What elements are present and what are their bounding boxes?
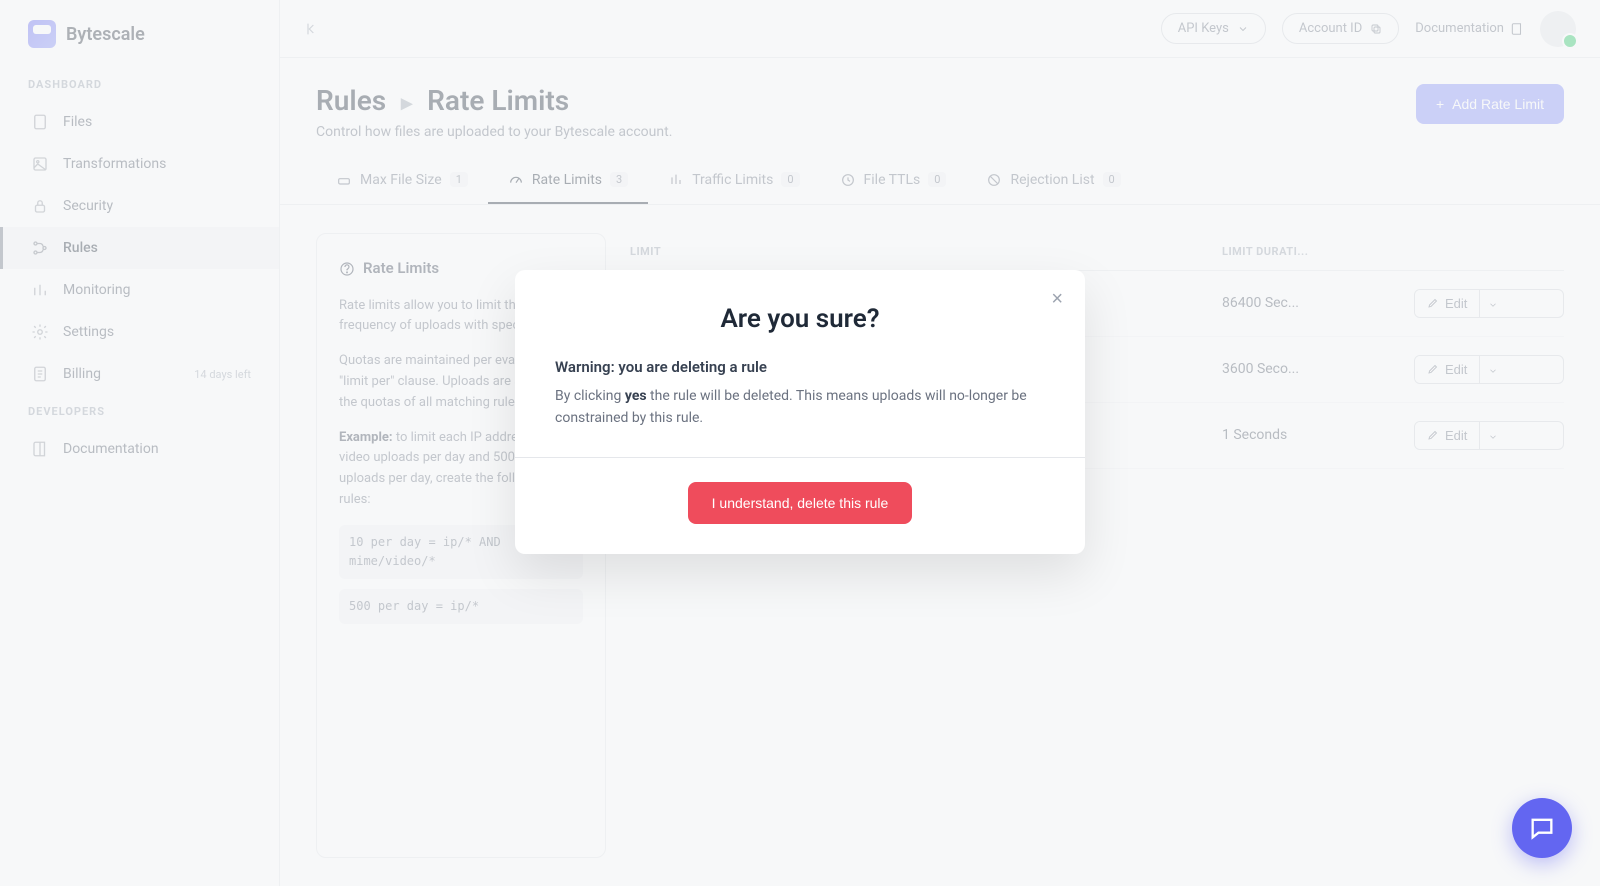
- modal-overlay: × Are you sure? Warning: you are deletin…: [0, 0, 1600, 886]
- modal-divider: [515, 457, 1085, 458]
- modal-title: Are you sure?: [555, 304, 1045, 334]
- modal-body: By clicking yes the rule will be deleted…: [555, 386, 1045, 429]
- help-chat-button[interactable]: [1512, 798, 1572, 858]
- chat-icon: [1528, 814, 1556, 842]
- modal-close-button[interactable]: ×: [1051, 288, 1063, 311]
- confirm-delete-button[interactable]: I understand, delete this rule: [688, 482, 913, 524]
- confirm-modal: × Are you sure? Warning: you are deletin…: [515, 270, 1085, 554]
- modal-warning: Warning: you are deleting a rule: [555, 358, 1045, 376]
